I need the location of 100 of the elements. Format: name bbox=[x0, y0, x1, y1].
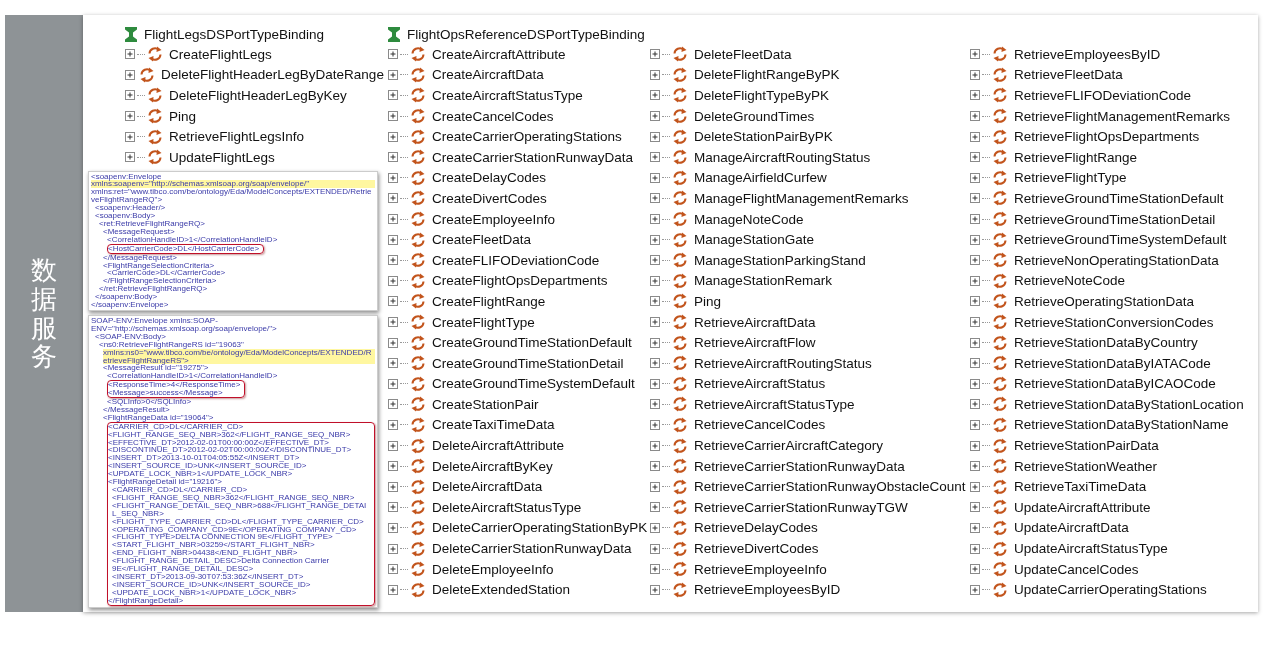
tree-item[interactable]: CreateTaxiTimeData bbox=[432, 417, 555, 433]
expand-toggle[interactable] bbox=[388, 564, 398, 575]
expand-toggle[interactable] bbox=[970, 131, 980, 142]
expand-toggle[interactable] bbox=[650, 461, 660, 472]
tree-item[interactable]: RetrieveCancelCodes bbox=[694, 417, 826, 433]
tree-item[interactable]: DeleteAircraftAttribute bbox=[432, 438, 565, 454]
expand-toggle[interactable] bbox=[125, 90, 135, 101]
tree-item[interactable]: RetrieveCarrierAircraftCategory bbox=[694, 438, 884, 454]
expand-toggle[interactable] bbox=[970, 440, 980, 451]
tree-item[interactable]: RetrieveGroundTimeStationDefault bbox=[1014, 190, 1224, 206]
tree-item[interactable]: RetrieveCarrierStationRunwayTGW bbox=[694, 499, 908, 515]
tree-item[interactable]: UpdateCarrierOperatingStations bbox=[1014, 582, 1207, 598]
tree-item[interactable]: RetrieveAircraftStatusType bbox=[694, 396, 855, 412]
tree-item[interactable]: RetrieveCarrierStationRunwayObstacleCount bbox=[694, 479, 966, 495]
tree-item[interactable]: DeleteCarrierOperatingStationByPK bbox=[432, 520, 648, 536]
expand-toggle[interactable] bbox=[388, 193, 398, 204]
tree-item[interactable]: UpdateCancelCodes bbox=[1014, 561, 1139, 577]
tree-item[interactable]: ManageAircraftRoutingStatus bbox=[694, 149, 871, 165]
expand-toggle[interactable] bbox=[650, 378, 660, 389]
tree-item[interactable]: UpdateAircraftData bbox=[1014, 520, 1129, 536]
binding-title[interactable]: FlightLegsDSPortTypeBinding bbox=[144, 26, 325, 42]
expand-toggle[interactable] bbox=[388, 275, 398, 286]
expand-toggle[interactable] bbox=[650, 399, 660, 410]
expand-toggle[interactable] bbox=[388, 420, 398, 430]
expand-toggle[interactable] bbox=[388, 90, 398, 101]
tree-item[interactable]: CreateGroundTimeStationDetail bbox=[432, 355, 624, 371]
expand-toggle[interactable] bbox=[388, 584, 398, 595]
expand-toggle[interactable] bbox=[388, 255, 398, 266]
tree-item[interactable]: RetrieveStationDataByIATACode bbox=[1014, 355, 1211, 371]
expand-toggle[interactable] bbox=[650, 214, 660, 225]
expand-toggle[interactable] bbox=[388, 131, 398, 142]
tree-item[interactable]: DeleteFlightRangeByPK bbox=[694, 67, 840, 83]
tree-item[interactable]: RetrieveStationDataByStationLocation bbox=[1014, 396, 1244, 412]
tree-item[interactable]: DeleteAircraftByKey bbox=[432, 458, 553, 474]
expand-toggle[interactable] bbox=[970, 481, 980, 492]
tree-item[interactable]: CreateFlightType bbox=[432, 314, 535, 330]
tree-item[interactable]: RetrieveOperatingStationData bbox=[1014, 293, 1195, 309]
tree-item[interactable]: RetrieveFLIFODeviationCode bbox=[1014, 88, 1192, 103]
tree-item[interactable]: CreateDelayCodes bbox=[432, 170, 547, 186]
tree-item[interactable]: RetrieveAircraftRoutingStatus bbox=[694, 355, 872, 371]
expand-toggle[interactable] bbox=[388, 461, 398, 472]
expand-toggle[interactable] bbox=[388, 49, 398, 60]
expand-toggle[interactable] bbox=[650, 584, 660, 595]
expand-toggle[interactable] bbox=[388, 317, 398, 327]
tree-item[interactable]: DeleteAircraftStatusType bbox=[432, 499, 582, 515]
tree-item[interactable]: CreateAircraftAttribute bbox=[432, 46, 566, 62]
tree-item[interactable]: RetrieveFlightRange bbox=[1014, 149, 1138, 165]
tree-item[interactable]: CreateCancelCodes bbox=[432, 108, 554, 124]
expand-toggle[interactable] bbox=[650, 358, 660, 369]
expand-toggle[interactable] bbox=[388, 214, 398, 225]
tree-item[interactable]: DeleteFlightHeaderLegByKey bbox=[169, 88, 347, 103]
expand-toggle[interactable] bbox=[970, 152, 980, 163]
tree-item[interactable]: ManageStationParkingStand bbox=[694, 252, 866, 268]
expand-toggle[interactable] bbox=[388, 481, 398, 492]
expand-toggle[interactable] bbox=[970, 564, 980, 575]
tree-item[interactable]: RetrieveEmployeesByID bbox=[1014, 46, 1161, 62]
expand-toggle[interactable] bbox=[650, 49, 660, 60]
tree-item[interactable]: ManageFlightManagementRemarks bbox=[694, 190, 909, 206]
tree-item[interactable]: ManageNoteCode bbox=[694, 211, 804, 227]
binding-title[interactable]: FlightOpsReferenceDSPortTypeBinding bbox=[407, 26, 645, 42]
expand-toggle[interactable] bbox=[388, 378, 398, 389]
tree-item[interactable]: CreateFlightLegs bbox=[169, 46, 272, 62]
expand-toggle[interactable] bbox=[650, 296, 660, 307]
tree-item[interactable]: DeleteCarrierStationRunwayData bbox=[432, 541, 632, 557]
expand-toggle[interactable] bbox=[650, 420, 660, 430]
tree-item[interactable]: CreateFlightOpsDepartments bbox=[432, 273, 608, 289]
expand-toggle[interactable] bbox=[125, 111, 135, 122]
tree-item[interactable]: RetrieveFlightOpsDepartments bbox=[1014, 129, 1200, 145]
tree-item[interactable]: DeleteFleetData bbox=[694, 46, 792, 62]
expand-toggle[interactable] bbox=[970, 193, 980, 204]
tree-item[interactable]: RetrieveDelayCodes bbox=[694, 520, 818, 536]
expand-toggle[interactable] bbox=[388, 296, 398, 307]
tree-item[interactable]: DeleteEmployeeInfo bbox=[432, 561, 554, 577]
expand-toggle[interactable] bbox=[970, 358, 980, 369]
tree-item[interactable]: ManageAirfieldCurfew bbox=[694, 170, 827, 186]
tree-item[interactable]: RetrieveNonOperatingStationData bbox=[1014, 252, 1219, 268]
expand-toggle[interactable] bbox=[650, 543, 660, 554]
tree-item[interactable]: RetrieveEmployeeInfo bbox=[694, 561, 827, 577]
expand-toggle[interactable] bbox=[970, 502, 980, 513]
tree-item[interactable]: Ping bbox=[169, 108, 197, 124]
tree-item[interactable]: RetrieveStationDataByStationName bbox=[1014, 417, 1229, 433]
expand-toggle[interactable] bbox=[970, 172, 980, 183]
tree-item[interactable]: CreateEmployeeInfo bbox=[432, 211, 556, 227]
tree-item[interactable]: CreateCarrierStationRunwayData bbox=[432, 149, 634, 165]
expand-toggle[interactable] bbox=[970, 69, 980, 80]
tree-item[interactable]: UpdateAircraftAttribute bbox=[1014, 499, 1151, 515]
expand-toggle[interactable] bbox=[388, 69, 398, 80]
expand-toggle[interactable] bbox=[650, 131, 660, 142]
tree-item[interactable]: UpdateFlightLegs bbox=[169, 149, 275, 165]
expand-toggle[interactable] bbox=[388, 337, 398, 348]
tree-item[interactable]: RetrieveCarrierStationRunwayData bbox=[694, 458, 905, 474]
expand-toggle[interactable] bbox=[388, 111, 398, 122]
tree-item[interactable]: CreateFlightRange bbox=[432, 293, 546, 309]
expand-toggle[interactable] bbox=[125, 152, 135, 163]
tree-item[interactable]: ManageStationGate bbox=[694, 232, 815, 248]
expand-toggle[interactable] bbox=[388, 358, 398, 369]
expand-toggle[interactable] bbox=[650, 440, 660, 451]
tree-item[interactable]: DeleteFlightHeaderLegByDateRange bbox=[161, 67, 384, 83]
tree-item[interactable]: RetrieveStationDataByCountry bbox=[1014, 335, 1198, 351]
expand-toggle[interactable] bbox=[388, 502, 398, 513]
